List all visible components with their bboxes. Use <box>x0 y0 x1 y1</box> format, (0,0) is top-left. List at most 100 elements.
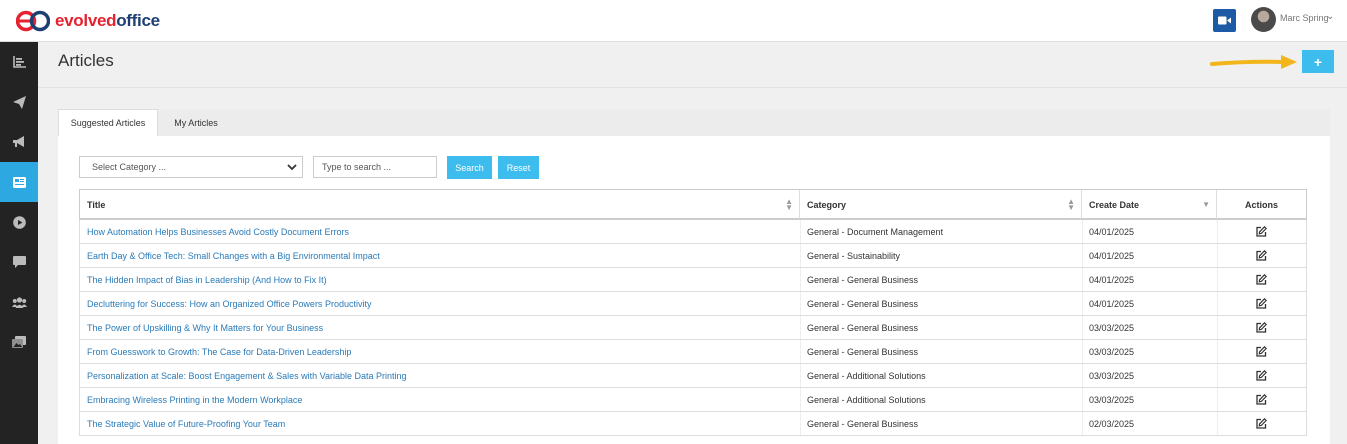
edit-icon <box>1256 394 1267 405</box>
table-row: Embracing Wireless Printing in the Moder… <box>79 388 1307 412</box>
edit-button[interactable] <box>1217 412 1306 435</box>
table-row: Earth Day & Office Tech: Small Changes w… <box>79 244 1307 268</box>
sidebar-item-announcements[interactable] <box>0 122 38 162</box>
category-select[interactable]: Select Category ... <box>79 156 303 178</box>
article-title-link[interactable]: Earth Day & Office Tech: Small Changes w… <box>80 244 800 267</box>
article-date: 03/03/2025 <box>1089 346 1135 357</box>
table-row: The Power of Upskilling & Why It Matters… <box>79 316 1307 340</box>
top-bar: evolvedoffice Marc Spring ⌄ <box>0 0 1347 42</box>
article-category: General - General Business <box>807 322 919 333</box>
tab-suggested-articles[interactable]: Suggested Articles <box>58 109 158 136</box>
edit-button[interactable] <box>1217 340 1306 363</box>
article-title-link[interactable]: Embracing Wireless Printing in the Moder… <box>80 388 800 411</box>
article-title-link[interactable]: How Automation Helps Businesses Avoid Co… <box>80 220 800 243</box>
article-category: General - Document Management <box>807 226 944 237</box>
table-row: Decluttering for Success: How an Organiz… <box>79 292 1307 316</box>
sidebar-item-reports[interactable] <box>0 42 38 82</box>
search-button[interactable]: Search <box>447 156 492 179</box>
tab-bar: Suggested Articles My Articles <box>58 109 1330 136</box>
column-header-title-label: Title <box>87 199 106 210</box>
sidebar-item-videos[interactable] <box>0 202 38 242</box>
article-category: General - Additional Solutions <box>807 370 926 381</box>
video-button[interactable] <box>1213 9 1236 32</box>
edit-button[interactable] <box>1217 364 1306 387</box>
sidebar <box>0 42 38 444</box>
edit-icon <box>1256 226 1267 237</box>
edit-icon <box>1256 418 1267 429</box>
logo-text: evolvedoffice <box>55 11 160 31</box>
edit-icon <box>1256 298 1267 309</box>
articles-table: Title ▲ ▼ Category ▲ ▼ Create Date ▼ Actio… <box>79 189 1307 436</box>
article-date: 03/03/2025 <box>1089 370 1135 381</box>
article-date: 04/01/2025 <box>1089 274 1135 285</box>
logo[interactable]: evolvedoffice <box>16 8 160 34</box>
megaphone-icon <box>12 136 24 147</box>
article-title-link[interactable]: The Hidden Impact of Bias in Leadership … <box>80 268 800 291</box>
sidebar-item-campaigns[interactable] <box>0 82 38 122</box>
article-category: General - General Business <box>807 298 919 309</box>
article-date: 03/03/2025 <box>1089 322 1135 333</box>
users-icon <box>11 296 27 308</box>
edit-icon <box>1256 370 1267 381</box>
article-category: General - General Business <box>807 346 919 357</box>
column-header-create-date-label: Create Date <box>1089 199 1140 210</box>
logo-text-part1: evolved <box>55 11 117 30</box>
table-row: From Guesswork to Growth: The Case for D… <box>79 340 1307 364</box>
sidebar-item-messages[interactable] <box>0 242 38 282</box>
column-header-category-label: Category <box>807 199 847 210</box>
category-select-value: Select Category ... <box>92 162 167 172</box>
play-circle-icon <box>12 215 26 229</box>
table-row: Personalization at Scale: Boost Engageme… <box>79 364 1307 388</box>
table-row: How Automation Helps Businesses Avoid Co… <box>79 220 1307 244</box>
article-date: 04/01/2025 <box>1089 298 1135 309</box>
article-category: General - Sustainability <box>807 250 901 261</box>
edit-button[interactable] <box>1217 268 1306 291</box>
table-header: Title ▲ ▼ Category ▲ ▼ Create Date ▼ Actio… <box>79 189 1307 220</box>
column-header-category[interactable]: Category ▲ ▼ <box>800 190 1082 219</box>
chevron-down-icon[interactable]: ⌄ <box>1326 11 1334 22</box>
article-title-link[interactable]: Personalization at Scale: Boost Engageme… <box>80 364 800 387</box>
article-title-link[interactable]: The Power of Upskilling & Why It Matters… <box>80 316 800 339</box>
column-header-title[interactable]: Title ▲ ▼ <box>80 190 800 219</box>
search-input[interactable] <box>313 156 437 178</box>
avatar[interactable] <box>1251 7 1276 32</box>
edit-button[interactable] <box>1217 388 1306 411</box>
sidebar-item-media[interactable] <box>0 322 38 362</box>
logo-mark-icon <box>16 10 50 32</box>
article-category: General - General Business <box>807 274 919 285</box>
article-title-link[interactable]: The Strategic Value of Future-Proofing Y… <box>80 412 800 435</box>
edit-button[interactable] <box>1217 220 1306 243</box>
edit-button[interactable] <box>1217 316 1306 339</box>
edit-button[interactable] <box>1217 292 1306 315</box>
article-date: 04/01/2025 <box>1089 226 1135 237</box>
newspaper-icon <box>12 176 26 188</box>
sidebar-item-contacts[interactable] <box>0 282 38 322</box>
add-article-button[interactable]: + <box>1302 50 1334 73</box>
table-row: The Hidden Impact of Bias in Leadership … <box>79 268 1307 292</box>
column-header-create-date[interactable]: Create Date ▼ <box>1082 190 1217 219</box>
chat-icon <box>12 256 26 268</box>
sort-icon: ▲ ▼ <box>1067 197 1075 212</box>
sort-desc-icon: ▼ <box>1202 200 1210 209</box>
reset-button[interactable]: Reset <box>498 156 539 179</box>
article-date: 04/01/2025 <box>1089 250 1135 261</box>
user-name[interactable]: Marc Spring <box>1280 13 1329 23</box>
page-title: Articles <box>58 51 114 70</box>
video-camera-icon <box>1218 16 1231 25</box>
paper-plane-icon <box>12 95 26 109</box>
table-row: The Strategic Value of Future-Proofing Y… <box>79 412 1307 436</box>
images-icon <box>12 336 26 348</box>
arrow-right-icon <box>1210 55 1297 69</box>
tab-my-articles[interactable]: My Articles <box>158 109 234 136</box>
edit-icon <box>1256 250 1267 261</box>
sort-icon: ▲ ▼ <box>785 197 793 212</box>
edit-icon <box>1256 322 1267 333</box>
article-date: 02/03/2025 <box>1089 418 1135 429</box>
article-title-link[interactable]: From Guesswork to Growth: The Case for D… <box>80 340 800 363</box>
article-title-link[interactable]: Decluttering for Success: How an Organiz… <box>80 292 800 315</box>
column-header-actions: Actions <box>1244 199 1278 210</box>
edit-button[interactable] <box>1217 244 1306 267</box>
edit-icon <box>1256 346 1267 357</box>
edit-icon <box>1256 274 1267 285</box>
sidebar-item-articles[interactable] <box>0 162 38 202</box>
